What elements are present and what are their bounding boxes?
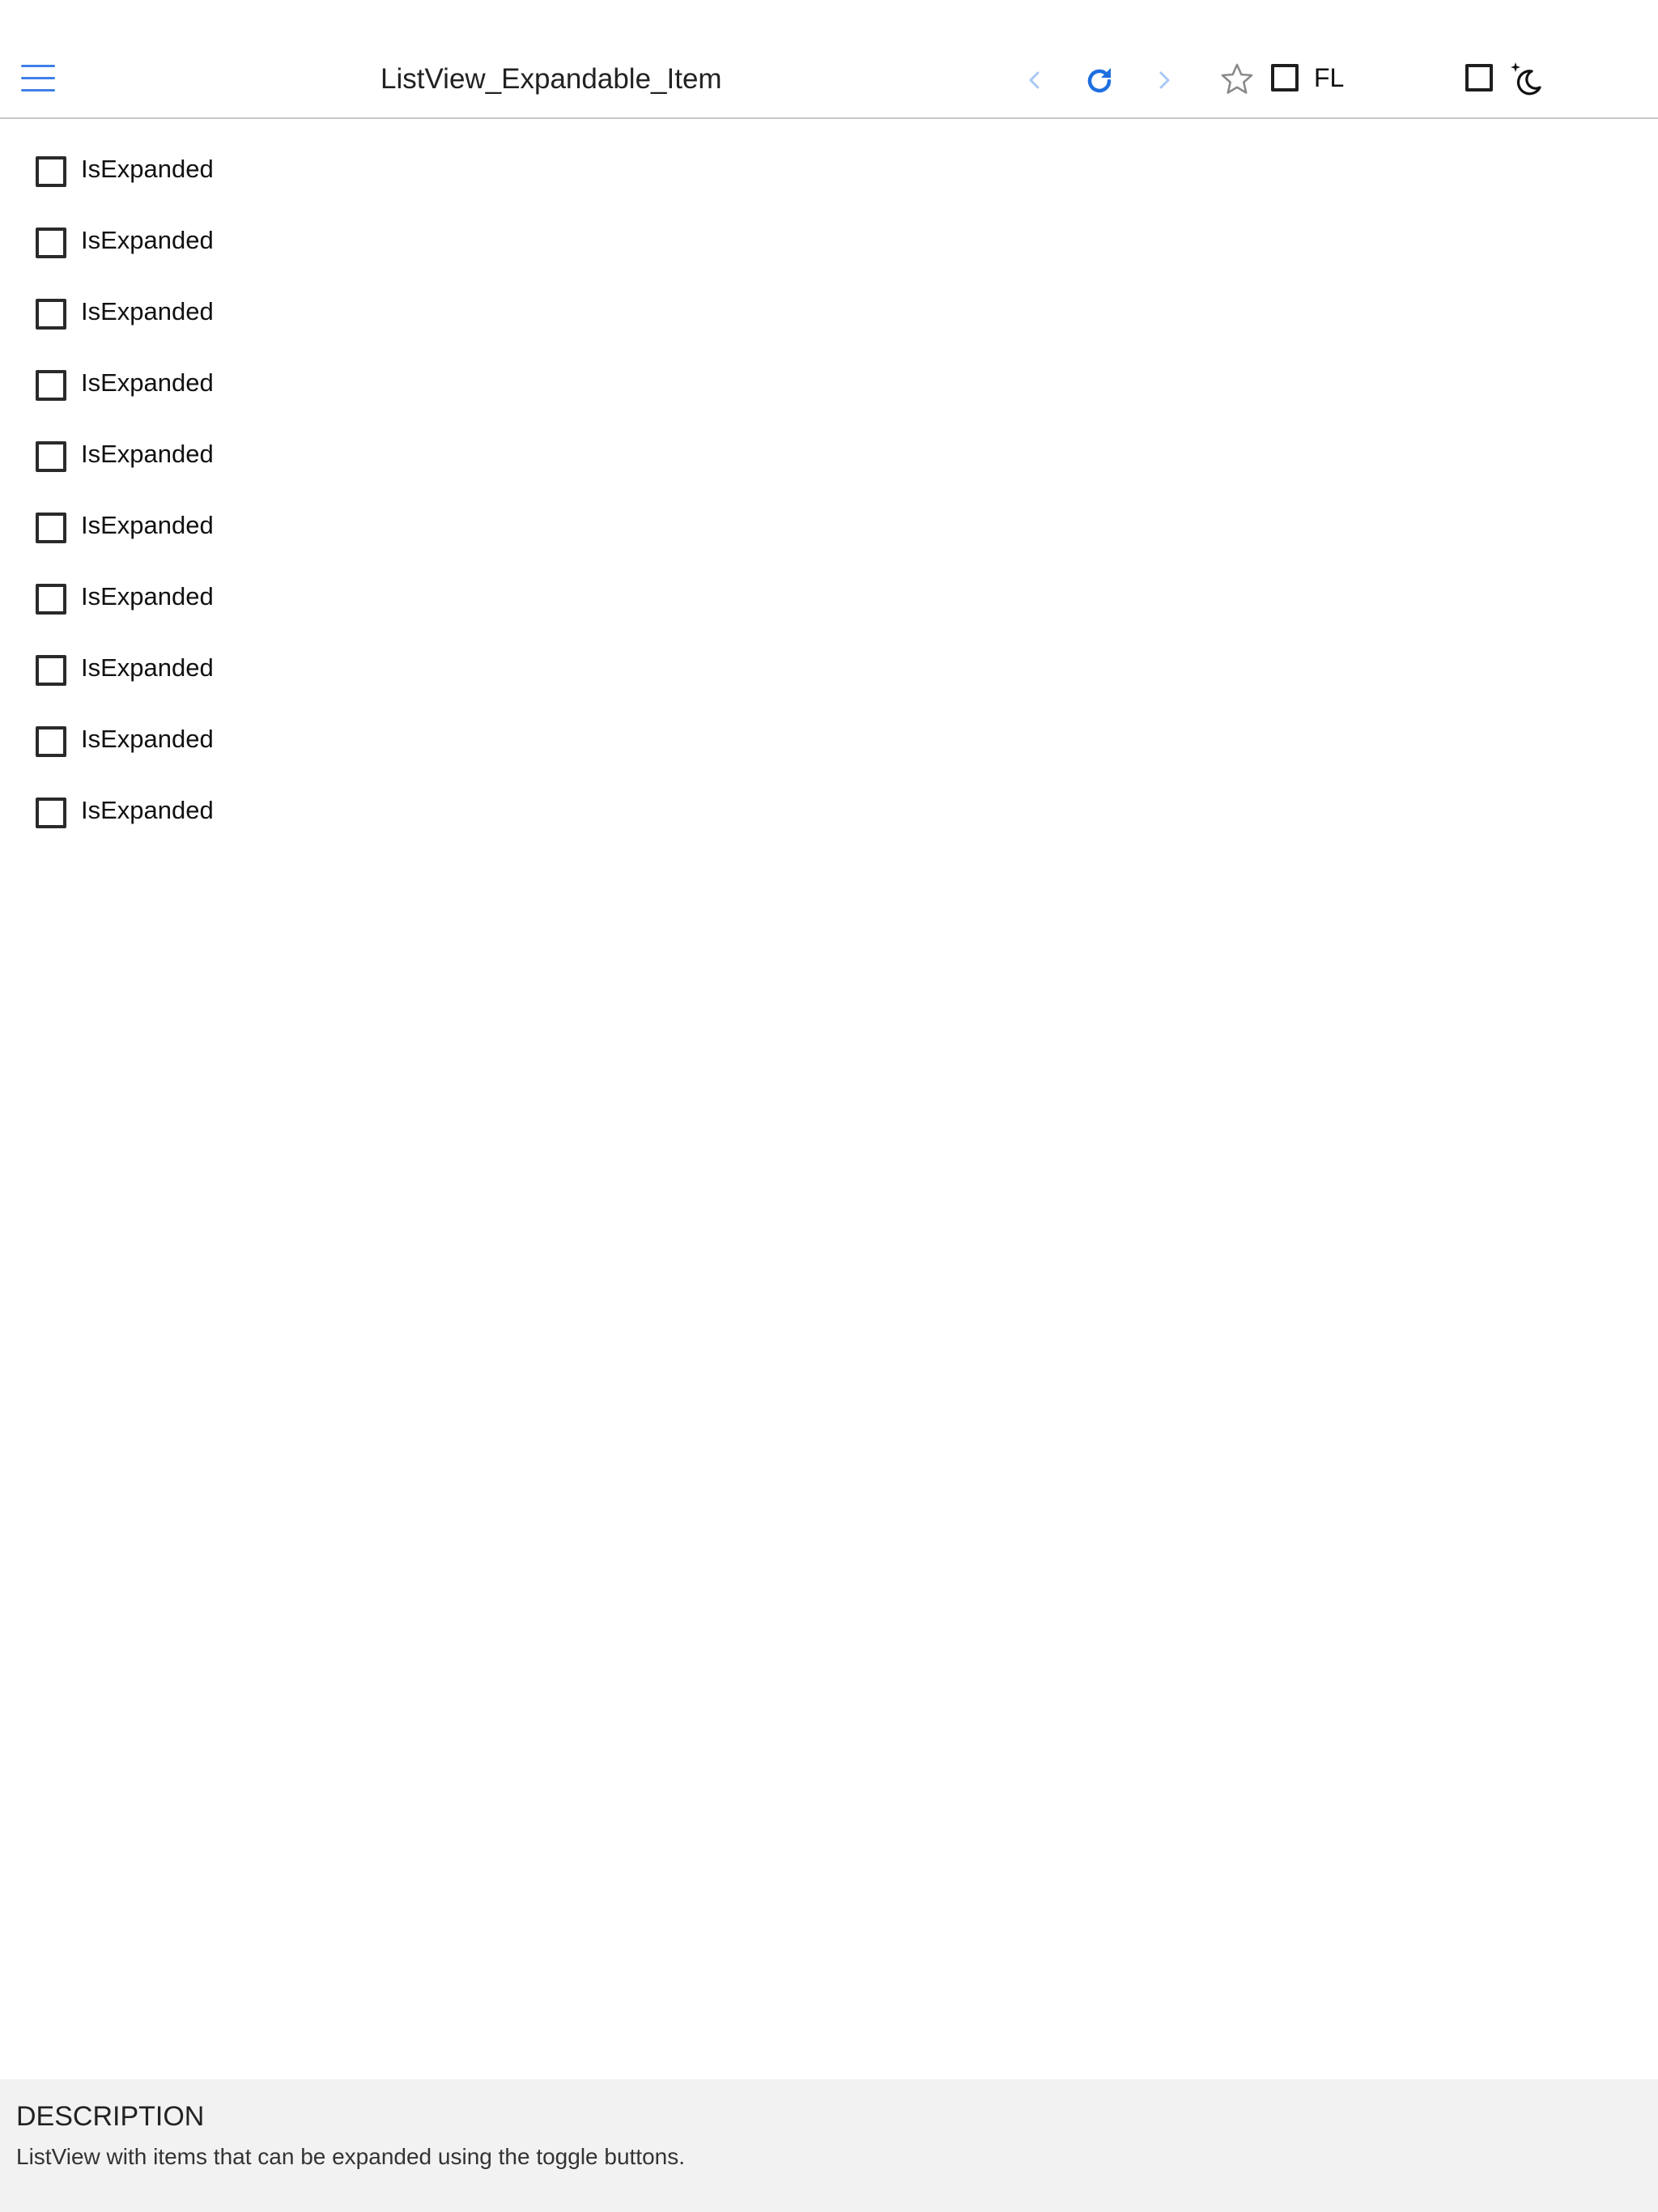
is-expanded-label: IsExpanded bbox=[81, 155, 214, 183]
list-item: IsExpanded bbox=[0, 760, 1658, 832]
is-expanded-label: IsExpanded bbox=[81, 511, 214, 539]
list-item: IsExpanded bbox=[0, 618, 1658, 689]
is-expanded-checkbox[interactable] bbox=[36, 441, 66, 472]
description-panel: DESCRIPTION ListView with items that can… bbox=[0, 2079, 1658, 2212]
moon-sparkle-icon bbox=[1511, 62, 1541, 96]
list-item: IsExpanded bbox=[0, 190, 1658, 262]
is-expanded-checkbox[interactable] bbox=[36, 798, 66, 828]
flow-direction-label: FL bbox=[1314, 63, 1345, 92]
is-expanded-label: IsExpanded bbox=[81, 725, 214, 753]
list-item: IsExpanded bbox=[0, 689, 1658, 760]
is-expanded-checkbox[interactable] bbox=[36, 655, 66, 686]
list-item: IsExpanded bbox=[0, 262, 1658, 333]
star-outline-icon[interactable] bbox=[1219, 62, 1255, 97]
is-expanded-checkbox[interactable] bbox=[36, 228, 66, 258]
is-expanded-label: IsExpanded bbox=[81, 440, 214, 468]
chevron-right-icon[interactable] bbox=[1151, 66, 1177, 94]
is-expanded-checkbox[interactable] bbox=[36, 584, 66, 615]
navigation-bar: ListView_Expandable_Item FL bbox=[0, 0, 1658, 119]
is-expanded-label: IsExpanded bbox=[81, 368, 214, 397]
is-expanded-checkbox[interactable] bbox=[36, 156, 66, 187]
list-item: IsExpanded bbox=[0, 119, 1658, 190]
is-expanded-checkbox[interactable] bbox=[36, 726, 66, 757]
theme-checkbox[interactable] bbox=[1465, 64, 1493, 91]
description-text: ListView with items that can be expanded… bbox=[16, 2144, 686, 2169]
is-expanded-checkbox[interactable] bbox=[36, 513, 66, 543]
list-item: IsExpanded bbox=[0, 475, 1658, 547]
is-expanded-label: IsExpanded bbox=[81, 582, 214, 610]
page-title: ListView_Expandable_Item bbox=[380, 63, 722, 95]
list-item: IsExpanded bbox=[0, 333, 1658, 404]
flow-direction-checkbox[interactable] bbox=[1271, 64, 1299, 91]
chevron-left-icon[interactable] bbox=[1022, 66, 1048, 94]
refresh-icon[interactable] bbox=[1082, 63, 1117, 99]
list-item: IsExpanded bbox=[0, 547, 1658, 618]
list-item: IsExpanded bbox=[0, 404, 1658, 475]
hamburger-menu-icon[interactable] bbox=[21, 65, 55, 92]
is-expanded-checkbox[interactable] bbox=[36, 299, 66, 330]
is-expanded-label: IsExpanded bbox=[81, 297, 214, 325]
is-expanded-label: IsExpanded bbox=[81, 653, 214, 682]
is-expanded-label: IsExpanded bbox=[81, 796, 214, 824]
is-expanded-label: IsExpanded bbox=[81, 226, 214, 254]
is-expanded-checkbox[interactable] bbox=[36, 370, 66, 401]
app-page: ListView_Expandable_Item FL IsExpanded I… bbox=[0, 0, 1658, 2212]
description-title: DESCRIPTION bbox=[16, 2101, 205, 2132]
